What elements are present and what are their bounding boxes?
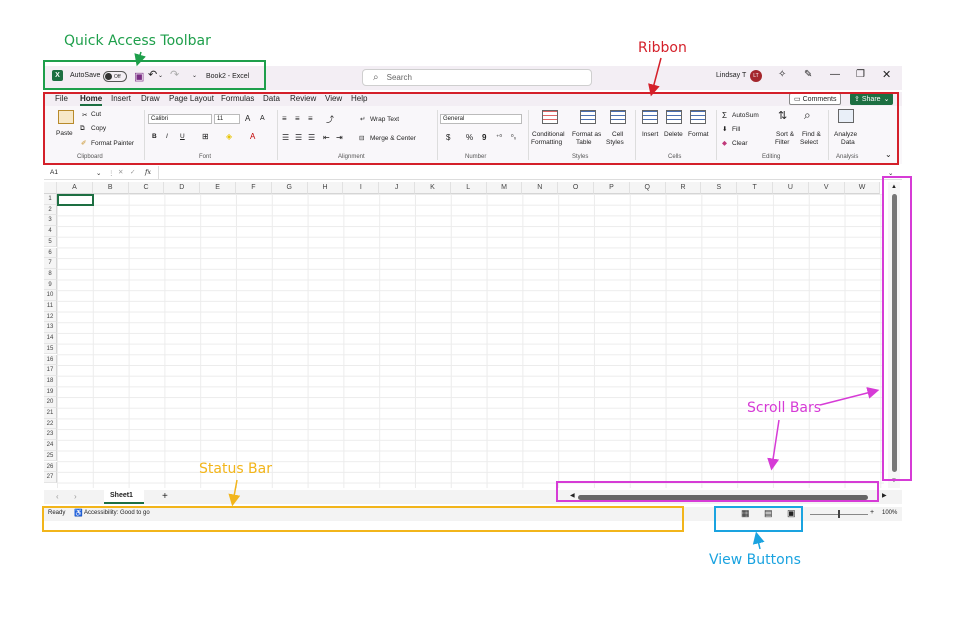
- column-header[interactable]: Q: [629, 182, 666, 194]
- next-sheet-icon[interactable]: ›: [74, 492, 77, 501]
- select-all-corner[interactable]: [44, 182, 57, 194]
- column-header[interactable]: G: [271, 182, 308, 194]
- insert-function-button[interactable]: fx: [145, 168, 151, 176]
- column-header[interactable]: N: [522, 182, 559, 194]
- row-header[interactable]: 23: [44, 429, 57, 441]
- column-header[interactable]: E: [200, 182, 236, 194]
- row-header[interactable]: 16: [44, 354, 57, 366]
- row-header[interactable]: 17: [44, 365, 57, 376]
- user-name[interactable]: Lindsay T: [716, 72, 746, 79]
- row-header[interactable]: 15: [44, 343, 57, 355]
- zoom-slider-handle[interactable]: [838, 510, 840, 518]
- column-header[interactable]: F: [236, 182, 272, 194]
- enter-icon[interactable]: ✓: [130, 168, 135, 176]
- divider: [158, 166, 159, 180]
- column-header[interactable]: J: [379, 182, 415, 194]
- more-icon: ⋮: [108, 170, 115, 177]
- active-cell[interactable]: [57, 194, 94, 206]
- row-header[interactable]: 10: [44, 290, 57, 301]
- sheet-tab-sheet1[interactable]: Sheet1: [104, 490, 144, 504]
- scroll-right-icon[interactable]: ▶: [882, 492, 887, 499]
- search-box[interactable]: ⌕ Search: [362, 69, 592, 86]
- column-header[interactable]: S: [701, 182, 738, 194]
- formula-input[interactable]: [160, 166, 880, 180]
- status-bar-annotation: Status Bar: [199, 461, 273, 477]
- row-header[interactable]: 21: [44, 408, 57, 419]
- avatar[interactable]: LT: [746, 70, 762, 82]
- zoom-level[interactable]: 100%: [882, 510, 897, 516]
- column-header[interactable]: C: [128, 182, 165, 194]
- row-header[interactable]: 2: [44, 204, 57, 216]
- gridlines: [57, 194, 884, 488]
- column-header[interactable]: I: [343, 182, 380, 194]
- row-header[interactable]: 1: [44, 194, 57, 205]
- row-header[interactable]: 18: [44, 375, 57, 387]
- column-header[interactable]: B: [92, 182, 129, 194]
- row-header[interactable]: 5: [44, 236, 57, 248]
- minimize-icon[interactable]: —: [830, 69, 840, 80]
- hscroll-highlight: [556, 481, 879, 502]
- name-box[interactable]: A1: [50, 169, 58, 176]
- row-header[interactable]: 24: [44, 440, 57, 451]
- quick-access-annotation: Quick Access Toolbar: [64, 33, 211, 49]
- search-icon: ⌕: [373, 72, 379, 83]
- search-placeholder: Search: [386, 73, 412, 82]
- column-header[interactable]: V: [808, 182, 845, 194]
- quick-access-highlight: [43, 60, 266, 90]
- row-header[interactable]: 19: [44, 386, 57, 398]
- ribbon-highlight: [43, 92, 899, 165]
- close-icon[interactable]: ✕: [882, 68, 891, 81]
- row-header[interactable]: 6: [44, 247, 57, 259]
- row-header[interactable]: 4: [44, 226, 57, 237]
- cancel-icon[interactable]: ✕: [118, 168, 123, 176]
- row-header[interactable]: 20: [44, 397, 57, 408]
- view-buttons-highlight: [714, 506, 803, 532]
- add-sheet-button[interactable]: +: [162, 491, 168, 502]
- row-header[interactable]: 13: [44, 322, 57, 334]
- row-header[interactable]: 12: [44, 311, 57, 323]
- column-header[interactable]: P: [594, 182, 630, 194]
- chevron-down-icon[interactable]: ⌄: [96, 169, 101, 177]
- column-header[interactable]: R: [665, 182, 702, 194]
- column-header[interactable]: U: [773, 182, 809, 194]
- formula-bar: A1 ⌄ ⋮ ✕ ✓ fx ⌄: [44, 166, 902, 180]
- vscroll-highlight: [882, 176, 912, 481]
- row-header[interactable]: 14: [44, 333, 57, 344]
- view-buttons-annotation: View Buttons: [709, 552, 801, 568]
- column-header[interactable]: A: [57, 182, 93, 194]
- row-header[interactable]: 9: [44, 279, 57, 291]
- row-header[interactable]: 22: [44, 418, 57, 430]
- column-header[interactable]: K: [415, 182, 451, 194]
- column-header[interactable]: L: [450, 182, 487, 194]
- row-header[interactable]: 3: [44, 215, 57, 227]
- prev-sheet-icon[interactable]: ‹: [56, 492, 59, 501]
- column-header[interactable]: D: [164, 182, 201, 194]
- row-header[interactable]: 11: [44, 301, 57, 312]
- ribbon-annotation: Ribbon: [638, 40, 687, 56]
- restore-icon[interactable]: ❐: [856, 69, 865, 80]
- column-header[interactable]: W: [844, 182, 881, 194]
- worksheet-grid[interactable]: ABCDEFGHIJKLMNOPQRSTUVW 1 2 3 4 5 6 7 8 9 10 11 12 1…: [44, 182, 884, 488]
- diamond-icon[interactable]: ✧: [778, 69, 786, 80]
- row-header[interactable]: 26: [44, 461, 57, 473]
- column-header[interactable]: T: [737, 182, 773, 194]
- row-header[interactable]: 8: [44, 268, 57, 280]
- column-header[interactable]: O: [558, 182, 594, 194]
- row-header[interactable]: 27: [44, 472, 57, 483]
- status-bar-highlight: [42, 506, 684, 532]
- row-header[interactable]: 7: [44, 258, 57, 269]
- row-header[interactable]: 25: [44, 450, 57, 462]
- column-header[interactable]: H: [307, 182, 344, 194]
- zoom-in-icon[interactable]: +: [870, 509, 874, 516]
- pen-icon[interactable]: ✎: [804, 69, 812, 80]
- scroll-bars-annotation: Scroll Bars: [747, 400, 822, 416]
- column-header[interactable]: M: [486, 182, 523, 194]
